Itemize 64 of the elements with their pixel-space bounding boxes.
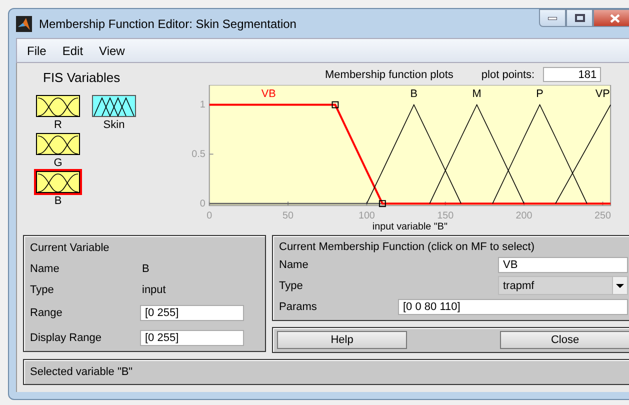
maximize-icon xyxy=(574,14,584,22)
mf-label: VP xyxy=(595,88,610,100)
minimize-button[interactable] xyxy=(539,9,566,27)
field-label: Type xyxy=(30,284,55,296)
y-tick-label: 0 xyxy=(200,198,206,210)
params-field[interactable]: [0 0 80 110] xyxy=(398,299,628,316)
vertex-handle[interactable] xyxy=(332,101,339,108)
window-title: Membership Function Editor: Skin Segmentation xyxy=(39,16,296,30)
mf-curve[interactable] xyxy=(366,104,462,204)
mf-curve[interactable] xyxy=(555,104,611,204)
range-field[interactable]: [0 255] xyxy=(140,304,244,320)
section-title: FIS Variables xyxy=(43,70,122,85)
menu-item[interactable]: View xyxy=(93,42,131,60)
y-tick-label: 0.5 xyxy=(192,148,206,160)
x-tick-label: 0 xyxy=(206,210,212,222)
field-value: input xyxy=(141,284,167,296)
close-icon xyxy=(610,14,620,22)
mf-curve[interactable] xyxy=(492,104,588,204)
panel-title: Current Membership Function (click on MF to select) xyxy=(279,240,536,253)
panel-title: Current Variable xyxy=(30,242,110,254)
variable-node[interactable] xyxy=(34,93,82,119)
dialog-button[interactable]: Close xyxy=(500,331,629,349)
app-logo-icon xyxy=(16,16,32,32)
variable-label: B xyxy=(54,195,62,207)
field-label: Type xyxy=(279,280,304,292)
menu-item[interactable]: File xyxy=(21,42,52,60)
x-tick-label: 200 xyxy=(516,210,532,222)
plot-title: Membership function plots xyxy=(325,68,454,81)
field-label: plot points: xyxy=(481,68,535,81)
x-tick-label: 100 xyxy=(358,210,375,222)
variable-node[interactable] xyxy=(90,93,138,119)
x-tick-label: 150 xyxy=(437,210,454,222)
display-range-field[interactable]: [0 255] xyxy=(140,330,244,346)
field-label: Name xyxy=(30,262,60,274)
close-button[interactable] xyxy=(593,9,629,27)
dialog-button[interactable]: Help xyxy=(277,331,407,349)
mf-label: VB xyxy=(261,88,276,100)
field-label: Params xyxy=(279,301,318,314)
x-tick-label: 50 xyxy=(282,210,294,222)
field-label: Display Range xyxy=(30,332,103,344)
status-message: Selected variable "B" xyxy=(30,366,133,378)
maximize-button[interactable] xyxy=(566,9,593,27)
variable-label: G xyxy=(54,157,62,169)
x-tick-label: 250 xyxy=(594,210,611,222)
vertex-handle[interactable] xyxy=(378,200,386,207)
variable-label: Skin xyxy=(103,119,125,131)
mf-name-field[interactable]: VB xyxy=(498,256,628,273)
field-value: B xyxy=(141,262,150,274)
plot-points-field[interactable]: 181 xyxy=(542,67,601,82)
variable-node[interactable] xyxy=(34,169,82,195)
x-axis-label: input variable "B" xyxy=(372,221,448,232)
mf-label: P xyxy=(536,88,544,100)
mf-curve[interactable] xyxy=(429,104,524,204)
variable-node[interactable] xyxy=(34,131,82,157)
menu-item[interactable]: Edit xyxy=(56,42,90,60)
caret-icon xyxy=(612,277,627,294)
variable-label: R xyxy=(54,119,62,131)
minimize-icon xyxy=(548,16,557,20)
field-label: Name xyxy=(279,258,310,271)
field-label: Range xyxy=(30,306,64,318)
mf-label: B xyxy=(410,88,418,100)
mf-type-dropdown[interactable]: trapmf xyxy=(498,276,628,296)
mf-label: M xyxy=(472,88,482,100)
y-tick-label: 1 xyxy=(200,100,206,110)
